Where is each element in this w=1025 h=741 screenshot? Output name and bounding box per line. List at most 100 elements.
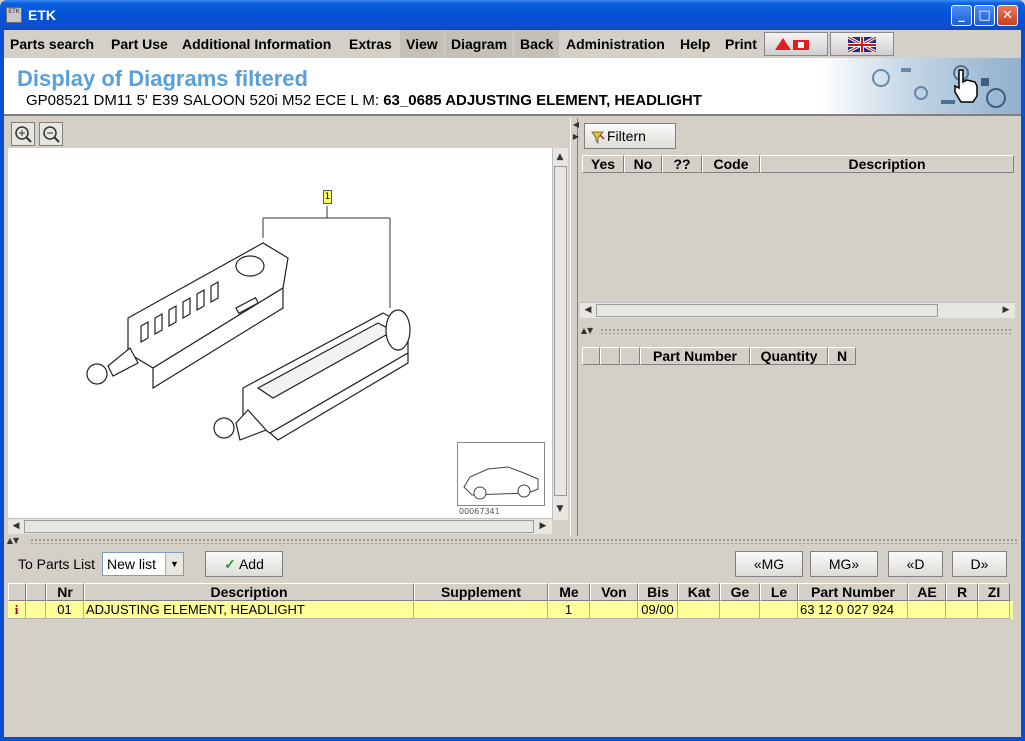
scroll-up-arrow-icon[interactable]: ▲ <box>553 150 567 164</box>
filter-col-unknown[interactable]: ?? <box>662 155 702 173</box>
grid-col-description[interactable]: Description <box>84 583 414 601</box>
grid-col-von[interactable]: Von <box>590 583 638 601</box>
parts-collage-image <box>872 65 1006 108</box>
diagram-vertical-scrollbar[interactable]: ▲ ▼ <box>552 148 568 520</box>
filter-col-yes[interactable]: Yes <box>582 155 624 173</box>
warning-icon <box>775 38 809 50</box>
menu-view[interactable]: View <box>400 30 444 58</box>
warning-flag-button[interactable] <box>764 32 828 56</box>
maximize-button[interactable]: □ <box>974 5 995 26</box>
menu-extras[interactable]: Extras <box>343 30 398 58</box>
parts-list-area: To Parts List New list ▼ ✓ Add «MG MG» «… <box>4 546 1021 737</box>
minimize-button[interactable]: _ <box>951 5 972 26</box>
parts-list-select-value: New list <box>107 556 157 572</box>
grid-col-part-number[interactable]: Part Number <box>798 583 908 601</box>
parts-col-1[interactable] <box>582 347 600 365</box>
grid-col-r[interactable]: R <box>946 583 978 601</box>
vehicle-thumbnail[interactable] <box>457 442 545 506</box>
cell-ae <box>908 601 946 619</box>
filter-col-code[interactable]: Code <box>702 155 760 173</box>
panel-splitter[interactable]: ◀ ▶ <box>570 118 579 536</box>
vertical-scroll-thumb[interactable] <box>554 166 567 496</box>
grid-col-blank[interactable] <box>26 583 46 601</box>
filter-splitter[interactable] <box>600 328 1012 334</box>
grid-col-nr[interactable]: Nr <box>46 583 84 601</box>
cell-ge <box>720 601 760 619</box>
cell-zi <box>978 601 1010 619</box>
diagram-horizontal-scrollbar[interactable]: ◀ ▶ <box>8 518 552 534</box>
menu-help[interactable]: Help <box>674 30 716 58</box>
filter-table: Yes No ?? Code Description ◀ ▶ <box>580 154 1017 322</box>
parts-grid-header: Nr Description Supplement Me Von Bis Kat… <box>8 583 1013 601</box>
filter-splitter-arrows-icon[interactable]: ▲▼ <box>580 324 594 338</box>
grid-col-supplement[interactable]: Supplement <box>414 583 548 601</box>
zoom-in-button[interactable] <box>11 122 35 146</box>
parts-col-3[interactable] <box>620 347 640 365</box>
bottom-splitter[interactable] <box>30 538 1017 544</box>
header-banner: Display of Diagrams filtered GP08521 DM1… <box>4 58 1021 116</box>
parts-col-part-number[interactable]: Part Number <box>640 347 750 365</box>
parts-table: Part Number Quantity N <box>580 346 1017 532</box>
menu-parts-search[interactable]: Parts search <box>4 30 100 58</box>
filter-panel: Filtern Yes No ?? Code Description ◀ ▶ ▲… <box>580 118 1017 536</box>
menu-diagram[interactable]: Diagram <box>445 30 514 58</box>
menu-additional-information[interactable]: Additional Information <box>176 30 337 58</box>
filter-scroll-right-icon[interactable]: ▶ <box>999 303 1013 317</box>
grid-col-ge[interactable]: Ge <box>720 583 760 601</box>
menu-administration[interactable]: Administration <box>560 30 671 58</box>
next-diagram-button[interactable]: D» <box>952 551 1007 577</box>
menu-part-use[interactable]: Part Use <box>105 30 174 58</box>
info-icon[interactable]: i <box>8 601 26 619</box>
title-bar: ETK ETK _ □ ✕ <box>0 0 1025 30</box>
app-icon: ETK <box>6 7 22 23</box>
menu-back[interactable]: Back <box>514 30 560 58</box>
filter-col-no[interactable]: No <box>624 155 662 173</box>
page-subtitle: GP08521 DM11 5' E39 SALOON 520i M52 ECE … <box>26 92 702 109</box>
filter-scroll-thumb[interactable] <box>596 304 938 317</box>
horizontal-scroll-thumb[interactable] <box>24 520 534 533</box>
add-button-label: Add <box>238 556 264 572</box>
grid-col-bis[interactable]: Bis <box>638 583 678 601</box>
callout-badge[interactable]: 1 <box>323 190 332 204</box>
parts-diagram[interactable]: 1 00067341 <box>8 148 558 520</box>
page-title: Display of Diagrams filtered <box>17 66 308 91</box>
parts-col-2[interactable] <box>600 347 620 365</box>
grid-col-zi[interactable]: ZI <box>978 583 1010 601</box>
next-main-group-button[interactable]: MG» <box>810 551 878 577</box>
close-button[interactable]: ✕ <box>997 5 1018 26</box>
prev-diagram-button[interactable]: «D <box>888 551 943 577</box>
cell-supplement <box>414 601 548 619</box>
grid-col-ae[interactable]: AE <box>908 583 946 601</box>
language-flag-button[interactable] <box>830 32 894 56</box>
grid-col-info[interactable] <box>8 583 26 601</box>
add-button[interactable]: ✓ Add <box>205 551 283 577</box>
menu-print[interactable]: Print <box>719 30 763 58</box>
chevron-down-icon[interactable]: ▼ <box>165 553 183 575</box>
cell-nr: 01 <box>46 601 84 619</box>
zoom-out-button[interactable] <box>39 122 63 146</box>
hand-cursor-icon <box>954 69 978 103</box>
cell-le <box>760 601 798 619</box>
grid-col-kat[interactable]: Kat <box>678 583 720 601</box>
uk-flag-icon <box>847 35 877 54</box>
scroll-left-arrow-icon[interactable]: ◀ <box>9 519 23 533</box>
scroll-down-arrow-icon[interactable]: ▼ <box>553 502 567 516</box>
grid-col-me[interactable]: Me <box>548 583 590 601</box>
subtitle-diagram-name: 63_0685 ADJUSTING ELEMENT, HEADLIGHT <box>383 92 702 109</box>
filter-horizontal-scrollbar[interactable]: ◀ ▶ <box>580 302 1015 318</box>
cell-blank <box>26 601 46 619</box>
filter-button-label: Filtern <box>607 128 646 144</box>
filter-scroll-left-icon[interactable]: ◀ <box>581 303 595 317</box>
prev-main-group-button[interactable]: «MG <box>735 551 803 577</box>
parts-list-select[interactable]: New list ▼ <box>102 552 184 576</box>
filter-col-description[interactable]: Description <box>760 155 1014 173</box>
grid-col-le[interactable]: Le <box>760 583 798 601</box>
zoom-in-icon <box>15 126 32 143</box>
window-title: ETK <box>28 7 56 23</box>
scroll-right-arrow-icon[interactable]: ▶ <box>536 519 550 533</box>
parts-col-quantity[interactable]: Quantity <box>750 347 828 365</box>
filter-button[interactable]: Filtern <box>584 123 676 149</box>
cell-me: 1 <box>548 601 590 619</box>
table-row[interactable]: i 01 ADJUSTING ELEMENT, HEADLIGHT 1 09/0… <box>8 601 1013 619</box>
parts-col-n[interactable]: N <box>828 347 856 365</box>
